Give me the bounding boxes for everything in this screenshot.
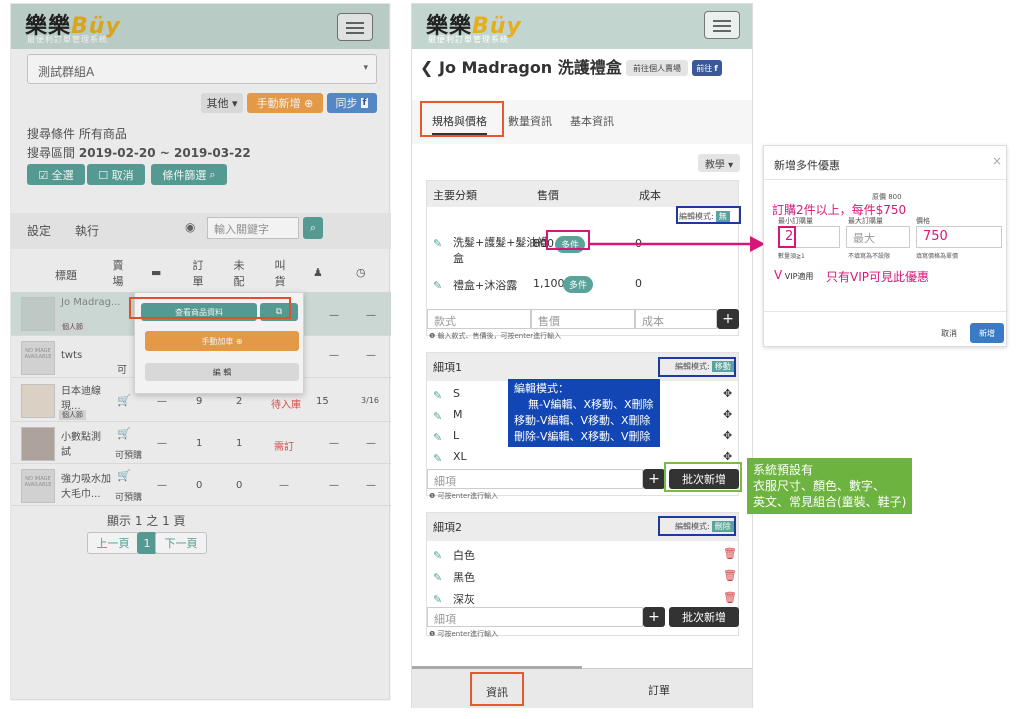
highlight-spec-tab xyxy=(420,101,504,137)
hamburger-menu-icon[interactable] xyxy=(704,11,740,39)
edit-pencil-icon[interactable]: ✎ xyxy=(433,593,442,606)
bottom-nav xyxy=(412,668,752,708)
add-plus-icon[interactable]: + xyxy=(643,469,665,489)
multi-discount-badge[interactable]: 多件 xyxy=(563,276,594,293)
edit-pencil-icon[interactable]: ✎ xyxy=(433,452,442,465)
close-icon[interactable]: × xyxy=(992,154,1002,168)
nav-orders[interactable]: 訂單 xyxy=(648,682,670,698)
highlight-edit-mode-move xyxy=(658,357,736,377)
product-detail-screen: 樂樂Büy 最便利訂單管理系統 ❮ Jo Madragon 洗護禮盒 前往個人賣… xyxy=(411,3,753,708)
highlight-edit-mode-none xyxy=(676,206,741,224)
highlight-edit-mode-delete xyxy=(658,516,736,536)
trash-icon[interactable]: 🗑 xyxy=(723,569,737,582)
add-plus-icon[interactable]: + xyxy=(717,309,739,329)
overlay-shade xyxy=(11,4,391,701)
back-chevron-icon[interactable]: ❮ xyxy=(420,58,439,77)
detail-input[interactable]: 細項 xyxy=(427,469,643,489)
max-qty-input[interactable]: 最大 xyxy=(846,226,910,248)
batch-add-button[interactable]: 批次新增 xyxy=(669,607,739,627)
vip-annotation: 只有VIP可見此優惠 xyxy=(826,270,929,284)
variant-cost: 0 xyxy=(635,277,642,290)
goto-facebook-button[interactable]: 前往 f xyxy=(692,60,722,76)
divider xyxy=(764,179,1008,180)
modal-add-button[interactable]: 新增 xyxy=(970,323,1004,343)
highlight-batch-add xyxy=(664,462,742,492)
logo-subtitle: 最便利訂單管理系統 xyxy=(428,35,509,44)
multi-discount-modal: 新增多件優惠 × 原價 800 訂購2件以上，每件$750 最小訂購量 最大訂購… xyxy=(763,145,1008,347)
highlight-min-qty xyxy=(778,226,796,248)
cost-input[interactable]: 成本 xyxy=(635,309,717,329)
preset-explanation: 系統預設有 衣服尺寸、顏色、數字、 英文、常見組合(童裝、鞋子) xyxy=(747,458,913,514)
edit-pencil-icon[interactable]: ✎ xyxy=(433,279,442,292)
main-category-card: 主要分類 售價 成本 編輯模式:無 ✎ 洗髮+護髮+髮油禮盒 800 多件 0 … xyxy=(426,180,739,340)
product-list-screen: 樂樂Büy 最便利訂單管理系統 測試群組A ▾ 其他 ▾ 手動新增 ⊕ 同步 f 搜… xyxy=(10,3,391,701)
divider xyxy=(764,311,1008,312)
trash-icon[interactable]: 🗑 xyxy=(723,547,737,560)
edit-pencil-icon[interactable]: ✎ xyxy=(433,549,442,562)
move-handle-icon[interactable]: ✥ xyxy=(723,429,732,442)
edit-mode-explanation: 編輯模式： 無-V編輯、X移動、X刪除 移動-V編輯、V移動、X刪除 刪除-V編… xyxy=(508,379,660,447)
edit-pencil-icon[interactable]: ✎ xyxy=(433,571,442,584)
move-handle-icon[interactable]: ✥ xyxy=(723,408,732,421)
vip-checkbox[interactable]: V VIP適用 xyxy=(774,268,813,282)
move-handle-icon[interactable]: ✥ xyxy=(723,387,732,400)
edit-pencil-icon[interactable]: ✎ xyxy=(433,389,442,402)
highlight-info-tab xyxy=(470,672,524,706)
tab-quantity[interactable]: 數量資訊 xyxy=(508,113,552,129)
trash-icon[interactable]: 🗑 xyxy=(723,591,737,604)
edit-pencil-icon[interactable]: ✎ xyxy=(433,237,442,250)
tab-basic-info[interactable]: 基本資訊 xyxy=(570,113,614,129)
detail-input[interactable]: 細項 xyxy=(427,607,643,627)
page-title: ❮ Jo Madragon 洗護禮盒 xyxy=(420,58,622,77)
variant-price: 1,100 xyxy=(533,277,565,290)
modal-cancel-button[interactable]: 取消 xyxy=(932,323,966,343)
variant-name: 禮盒+沐浴露 xyxy=(453,279,518,292)
facebook-icon: f xyxy=(714,63,718,73)
edit-pencil-icon[interactable]: ✎ xyxy=(433,410,442,423)
active-tab-indicator xyxy=(412,666,582,669)
add-plus-icon[interactable]: + xyxy=(643,607,665,627)
modal-title: 新增多件優惠 xyxy=(774,159,840,172)
edit-pencil-icon[interactable]: ✎ xyxy=(433,431,442,444)
highlight-multi-badge xyxy=(546,230,590,250)
price-input[interactable]: 售價 xyxy=(531,309,635,329)
annotation-arrow xyxy=(590,236,765,252)
style-input[interactable]: 款式 xyxy=(427,309,531,329)
tutorial-dropdown[interactable]: 教學 ▾ xyxy=(698,154,740,172)
goto-store-button[interactable]: 前往個人賣場 xyxy=(626,60,688,76)
check-mark-icon: V xyxy=(774,268,783,282)
app-header: 樂樂Büy 最便利訂單管理系統 xyxy=(412,4,752,49)
price-input[interactable]: 750 xyxy=(916,226,1002,248)
main-category-header: 主要分類 售價 成本 xyxy=(427,181,738,207)
